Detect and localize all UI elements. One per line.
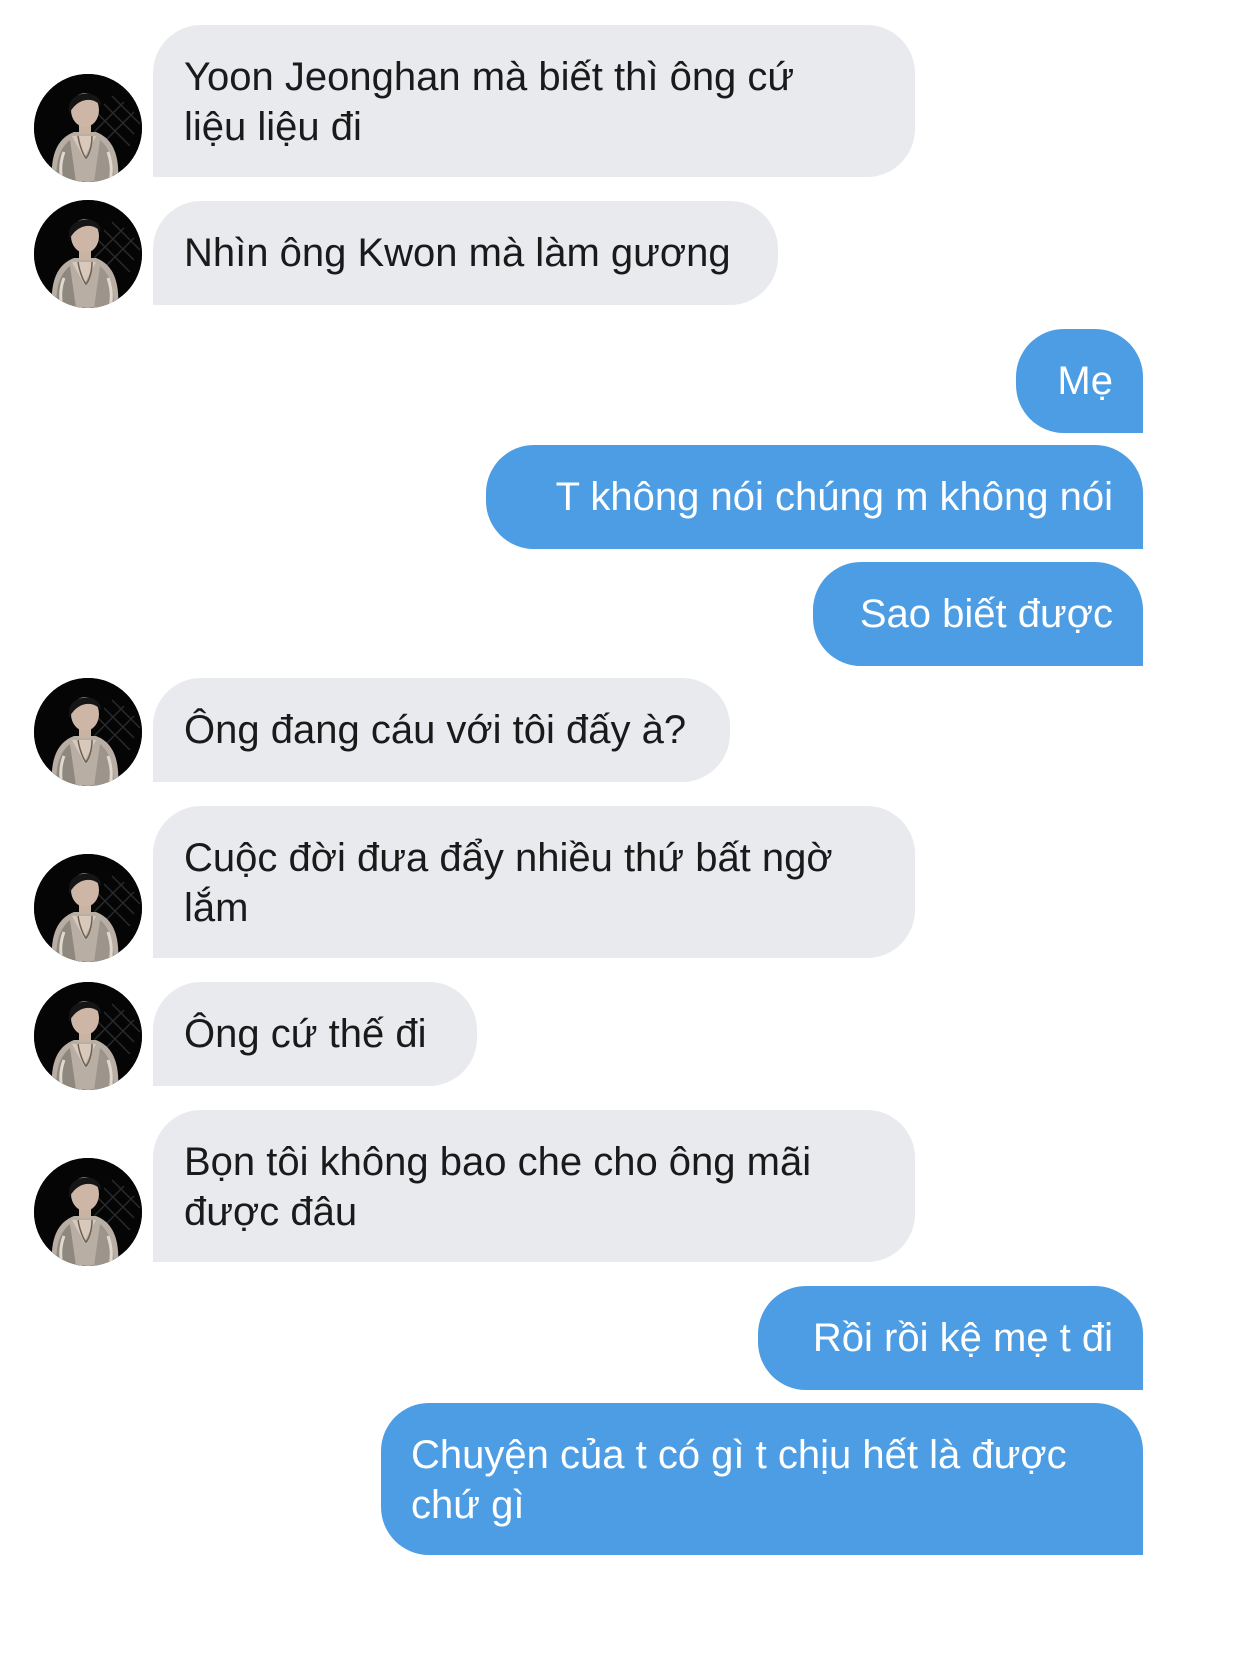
incoming-message-bubble[interactable]: Ông cứ thế đi — [153, 982, 477, 1086]
contact-photo-icon — [34, 1158, 142, 1266]
message-line: Chuyện của t có gì t chịu hết là được — [411, 1433, 1067, 1477]
message-line: lắm — [184, 886, 249, 930]
message-line: Yoon Jeonghan mà biết thì ông cứ — [184, 55, 795, 99]
message-line: Bọn tôi không bao che cho ông mãi — [184, 1140, 812, 1184]
message-line: Nhìn ông Kwon mà làm gương — [184, 231, 731, 275]
incoming-message-bubble[interactable]: Yoon Jeonghan mà biết thì ông cứ liệu li… — [153, 25, 915, 177]
outgoing-message-bubble[interactable]: Sao biết được — [813, 562, 1143, 666]
contact-avatar[interactable] — [34, 74, 142, 182]
contact-photo-icon — [34, 982, 142, 1090]
message-line: Ông đang cáu với tôi đấy à? — [184, 708, 687, 752]
outgoing-message-bubble[interactable]: Rồi rồi kệ mẹ t đi — [758, 1286, 1143, 1390]
contact-avatar[interactable] — [34, 1158, 142, 1266]
message-line: liệu liệu đi — [184, 105, 362, 149]
message-line: Sao biết được — [859, 592, 1113, 636]
contact-avatar[interactable] — [34, 200, 142, 308]
contact-photo-icon — [34, 74, 142, 182]
incoming-message-bubble[interactable]: Nhìn ông Kwon mà làm gương — [153, 201, 778, 305]
contact-avatar[interactable] — [34, 678, 142, 786]
outgoing-message-bubble[interactable]: Mẹ — [1016, 329, 1143, 433]
message-line: Rồi rồi kệ mẹ t đi — [812, 1316, 1113, 1360]
message-line: Cuộc đời đưa đẩy nhiều thứ bất ngờ — [184, 836, 833, 880]
message-line: chứ gì — [411, 1483, 525, 1527]
message-line: Ông cứ thế đi — [184, 1012, 427, 1056]
outgoing-message-bubble[interactable]: T không nói chúng m không nói — [486, 445, 1143, 549]
contact-avatar[interactable] — [34, 982, 142, 1090]
chat-thread: Yoon Jeonghan mà biết thì ông cứ liệu li… — [0, 0, 1242, 1655]
message-line: Mẹ — [1057, 359, 1113, 403]
contact-photo-icon — [34, 854, 142, 962]
contact-avatar[interactable] — [34, 854, 142, 962]
incoming-message-bubble[interactable]: Bọn tôi không bao che cho ông mãi được đ… — [153, 1110, 915, 1262]
contact-photo-icon — [34, 678, 142, 786]
outgoing-message-bubble[interactable]: Chuyện của t có gì t chịu hết là được ch… — [381, 1403, 1143, 1555]
message-line: T không nói chúng m không nói — [555, 475, 1113, 519]
message-line: được đâu — [184, 1190, 358, 1234]
contact-photo-icon — [34, 200, 142, 308]
incoming-message-bubble[interactable]: Ông đang cáu với tôi đấy à? — [153, 678, 730, 782]
incoming-message-bubble[interactable]: Cuộc đời đưa đẩy nhiều thứ bất ngờ lắm — [153, 806, 915, 958]
